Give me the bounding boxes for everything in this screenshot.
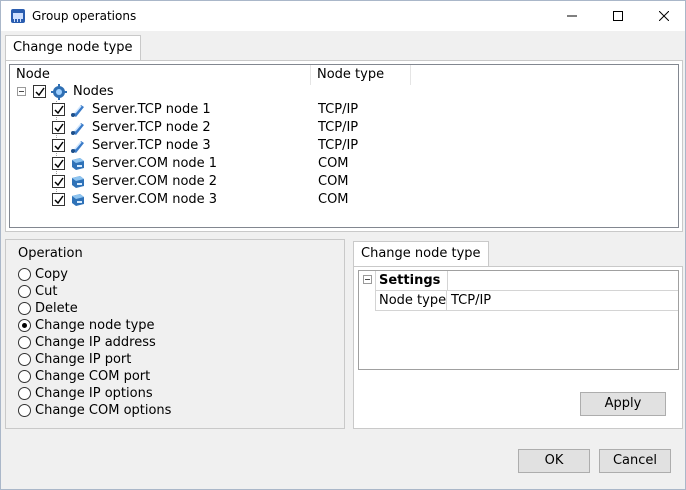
- maximize-button[interactable]: [595, 1, 641, 31]
- node-type-value: TCP/IP: [318, 120, 359, 135]
- checkmark-icon: [54, 195, 64, 205]
- node-type-value: TCP/IP: [318, 138, 359, 153]
- tcp-node-icon: [71, 141, 84, 153]
- category-label: Settings: [375, 271, 447, 291]
- node-type-value: COM: [318, 156, 349, 171]
- node-tree[interactable]: Node Node type Nodes Server.TCP node 1 T…: [9, 64, 679, 228]
- radio-button-selected[interactable]: [18, 319, 31, 332]
- tree-row[interactable]: Server.TCP node 1 TCP/IP: [10, 101, 678, 119]
- tree-row[interactable]: Server.COM node 3 COM: [10, 191, 678, 209]
- close-button[interactable]: [641, 1, 686, 31]
- checkbox-node[interactable]: [52, 139, 65, 152]
- node-type-value: COM: [318, 192, 349, 207]
- node-label: Server.TCP node 3: [92, 138, 211, 153]
- maximize-icon: [613, 11, 623, 21]
- column-header-node-type[interactable]: Node type: [311, 65, 411, 85]
- radio-button[interactable]: [18, 404, 31, 417]
- window-title: Group operations: [32, 9, 137, 23]
- radio-label: Change COM port: [35, 369, 151, 384]
- tcp-node-icon: [71, 105, 84, 117]
- com-node-icon: [72, 158, 84, 170]
- cancel-button[interactable]: Cancel: [599, 449, 671, 473]
- node-label: Server.COM node 3: [92, 192, 218, 207]
- tree-row[interactable]: Server.COM node 1 COM: [10, 155, 678, 173]
- apply-button[interactable]: Apply: [580, 392, 666, 416]
- checkbox-root[interactable]: [33, 85, 46, 98]
- radio-label: Change node type: [35, 318, 155, 333]
- node-label: Server.TCP node 1: [92, 102, 211, 117]
- ok-button[interactable]: OK: [518, 449, 590, 473]
- property-value[interactable]: TCP/IP: [451, 291, 491, 310]
- tree-row-root[interactable]: Nodes: [10, 83, 678, 101]
- radio-button[interactable]: [18, 285, 31, 298]
- tab-change-node-type-settings[interactable]: Change node type: [353, 241, 489, 267]
- network-app-icon: [11, 9, 25, 23]
- checkbox-node[interactable]: [52, 121, 65, 134]
- radio-label: Change IP port: [35, 352, 132, 367]
- minimize-button[interactable]: [549, 1, 595, 31]
- collapse-icon[interactable]: [363, 275, 372, 284]
- node-label: Server.TCP node 2: [92, 120, 211, 135]
- node-type-value: TCP/IP: [318, 102, 359, 117]
- radio-button[interactable]: [18, 353, 31, 366]
- checkmark-icon: [54, 159, 64, 169]
- property-row-node-type[interactable]: Node type TCP/IP: [359, 291, 678, 311]
- operation-panel: Operation Copy Cut Delete Change node ty…: [5, 239, 345, 429]
- settings-tab-panel: Settings Node type TCP/IP Apply: [353, 266, 683, 429]
- node-label: Server.COM node 1: [92, 156, 218, 171]
- checkmark-icon: [54, 177, 64, 187]
- title-bar: Group operations: [1, 1, 685, 31]
- tree-row[interactable]: Server.TCP node 2 TCP/IP: [10, 119, 678, 137]
- checkbox-node[interactable]: [52, 157, 65, 170]
- tab-change-node-type[interactable]: Change node type: [5, 35, 141, 61]
- node-type-value: COM: [318, 174, 349, 189]
- checkbox-node[interactable]: [52, 103, 65, 116]
- minimize-icon: [567, 15, 577, 17]
- tree-row[interactable]: Server.COM node 2 COM: [10, 173, 678, 191]
- radio-label: Change IP address: [35, 335, 156, 350]
- radio-button[interactable]: [18, 370, 31, 383]
- property-category-row[interactable]: Settings: [359, 271, 678, 291]
- checkbox-node[interactable]: [52, 175, 65, 188]
- tcp-node-icon: [71, 123, 84, 135]
- checkmark-icon: [35, 87, 45, 97]
- checkmark-icon: [54, 105, 64, 115]
- grid-margin: [359, 291, 375, 311]
- tree-header: Node Node type: [10, 65, 678, 85]
- tree-row[interactable]: Server.TCP node 3 TCP/IP: [10, 137, 678, 155]
- radio-label: Change IP options: [35, 386, 153, 401]
- group-operations-window: Group operations Change node type Node N…: [0, 0, 686, 490]
- property-name: Node type: [375, 291, 447, 311]
- nodes-folder-icon: [51, 84, 67, 100]
- radio-button[interactable]: [18, 268, 31, 281]
- radio-label: Cut: [35, 284, 58, 299]
- radio-button[interactable]: [18, 336, 31, 349]
- radio-button[interactable]: [18, 302, 31, 315]
- tree-root-label: Nodes: [73, 84, 114, 99]
- checkbox-node[interactable]: [52, 193, 65, 206]
- collapse-icon[interactable]: [17, 87, 26, 96]
- checkmark-icon: [54, 141, 64, 151]
- radio-button[interactable]: [18, 387, 31, 400]
- property-grid[interactable]: Settings Node type TCP/IP: [358, 270, 679, 370]
- radio-label: Delete: [35, 301, 78, 316]
- radio-label: Change COM options: [35, 403, 172, 418]
- checkmark-icon: [54, 123, 64, 133]
- radio-label: Copy: [35, 267, 68, 282]
- column-header-node[interactable]: Node: [10, 65, 311, 85]
- com-node-icon: [72, 176, 84, 188]
- com-node-icon: [72, 194, 84, 206]
- close-icon: [659, 11, 669, 21]
- operation-title: Operation: [18, 246, 83, 261]
- node-label: Server.COM node 2: [92, 174, 218, 189]
- top-tab-panel: Node Node type Nodes Server.TCP node 1 T…: [5, 60, 683, 232]
